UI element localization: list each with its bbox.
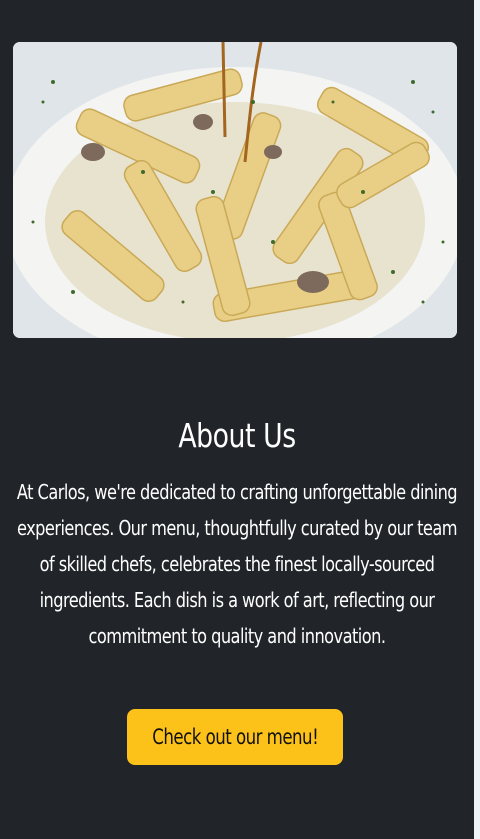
about-description: At Carlos, we're dedicated to crafting u… <box>16 480 458 648</box>
pasta-dish-image <box>13 42 457 338</box>
check-menu-button[interactable]: Check out our menu! <box>127 709 343 765</box>
about-page: About Us At Carlos, we're dedicated to c… <box>0 0 474 839</box>
about-section: About Us At Carlos, we're dedicated to c… <box>0 410 474 654</box>
pasta-photo-illustration <box>13 42 457 338</box>
page-edge-strip <box>474 0 480 839</box>
about-title: About Us <box>178 416 296 455</box>
check-menu-button-label: Check out our menu! <box>152 725 318 749</box>
